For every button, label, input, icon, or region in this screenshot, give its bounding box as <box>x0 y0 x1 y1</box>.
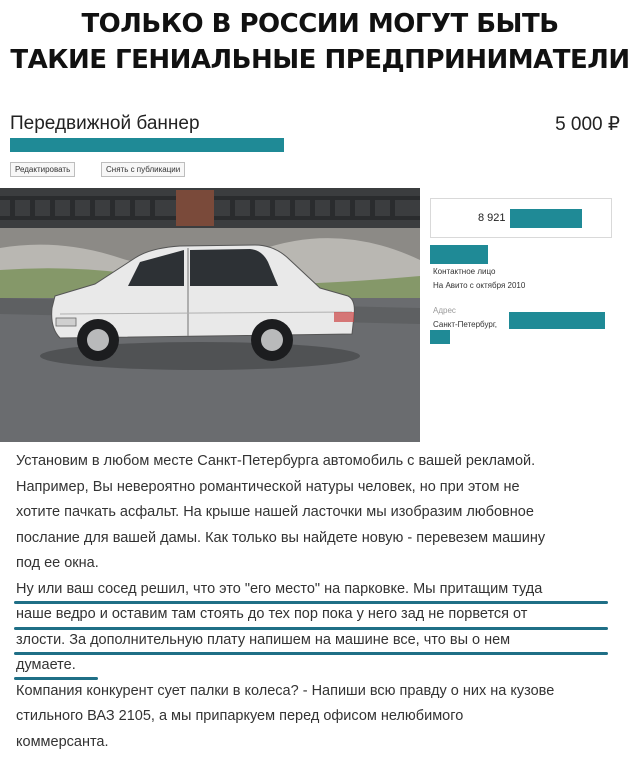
description-line: Компания конкурент сует палки в колеса? … <box>16 682 555 699</box>
description-line: коммерсанта. <box>16 733 109 750</box>
listing-photo[interactable] <box>0 188 420 442</box>
redaction-bar-address <box>509 312 605 329</box>
description-line-highlighted: Ну или ваш сосед решил, что это "его мес… <box>16 580 543 597</box>
description-line: Например, Вы невероятно романтической на… <box>16 478 520 495</box>
meme-headline: ТОЛЬКО В РОССИИ МОГУТ БЫТЬ ТАКИЕ ГЕНИАЛЬ… <box>0 6 640 78</box>
description-line: послание для вашей дамы. Как только вы н… <box>16 529 546 546</box>
description-line: Установим в любом месте Санкт-Петербурга… <box>16 453 536 469</box>
redaction-bar-phone <box>510 209 582 228</box>
description-line-highlighted: злости. За дополнительную плату напишем … <box>16 631 511 648</box>
highlight-underline <box>14 601 608 604</box>
contact-label: Контактное лицо <box>433 267 496 276</box>
headline-line-1: ТОЛЬКО В РОССИИ МОГУТ БЫТЬ <box>81 9 559 39</box>
description-line: под ее окна. <box>16 555 99 571</box>
car-photo-illustration <box>0 188 420 442</box>
headline-line-2: ТАКИЕ ГЕНИАЛЬНЫЕ ПРЕДПРИНИМАТЕЛИ <box>10 45 630 75</box>
description-line: хотите пачкать асфальт. На крыше нашей л… <box>16 504 534 520</box>
redaction-bar-name <box>430 245 488 264</box>
listing-title: Передвижной баннер <box>10 113 200 134</box>
redaction-bar-address-2 <box>430 330 450 344</box>
highlight-underline <box>14 652 608 655</box>
highlight-underline <box>14 677 98 680</box>
description-line-highlighted: наше ведро и оставим там стоять до тех п… <box>16 606 528 622</box>
address-label: Адрес <box>433 306 456 315</box>
member-since: На Авито с октября 2010 <box>433 281 526 290</box>
unpublish-button[interactable]: Снять с публикации <box>101 162 186 177</box>
description-line-highlighted: думаете. <box>16 657 76 673</box>
phone-number[interactable]: 8 921 <box>478 212 506 224</box>
listing-price: 5 000 ₽ <box>555 114 620 135</box>
highlight-underline <box>14 627 608 630</box>
redaction-bar-title <box>10 138 284 152</box>
edit-button[interactable]: Редактировать <box>10 162 76 177</box>
address-city: Санкт-Петербург, <box>433 320 497 329</box>
description-line: стильного ВАЗ 2105, а мы припаркуем пере… <box>16 708 464 724</box>
